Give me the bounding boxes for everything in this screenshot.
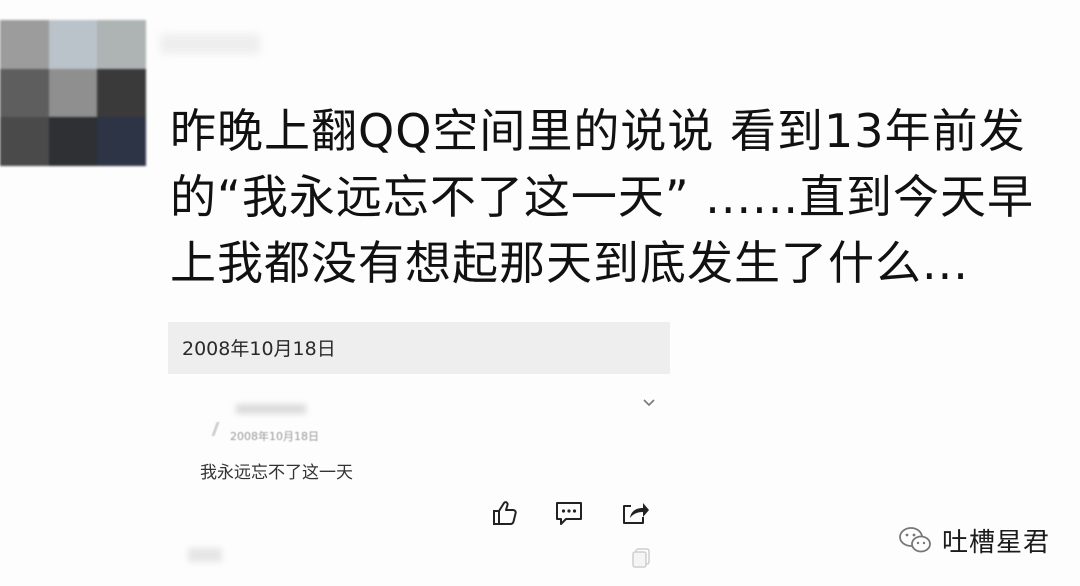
avatar-pixel <box>0 117 49 166</box>
avatar-pixel <box>97 20 146 69</box>
date-header-label: 2008年10月18日 <box>182 338 336 360</box>
post-line: 昨晚上翻QQ空间里的说说 看到13年前发 <box>170 104 1026 158</box>
comment-icon[interactable] <box>554 498 584 528</box>
card-date: 2008年10月18日 <box>230 430 319 443</box>
avatar-pixel <box>0 20 49 69</box>
copy-icon[interactable] <box>630 546 652 568</box>
footer-text-redacted <box>188 548 222 562</box>
card-username-redacted <box>236 404 306 414</box>
chevron-down-icon[interactable] <box>642 396 656 410</box>
username-redacted <box>160 34 260 54</box>
avatar-pixel <box>48 117 98 166</box>
share-icon[interactable] <box>620 498 650 528</box>
card-text: 我永远忘不了这一天 <box>200 463 353 483</box>
post-text: 昨晚上翻QQ空间里的说说 看到13年前发 的“我永远忘不了这一天” ......… <box>170 98 1060 296</box>
avatar-pixel <box>0 68 49 118</box>
avatar-pixel <box>48 20 98 69</box>
wechat-logo-icon <box>899 527 931 553</box>
avatar-pixel <box>97 68 146 118</box>
card-avatar-fragment <box>211 422 220 436</box>
post-line: 的“我永远忘不了这一天” ......直到今天早 <box>170 170 1035 224</box>
avatar-pixel <box>48 68 98 118</box>
watermark-text: 吐槽星君 <box>942 527 1051 558</box>
date-header: 2008年10月18日 <box>168 322 670 374</box>
watermark: 吐槽星君 <box>898 520 1050 560</box>
avatar[interactable] <box>0 20 146 166</box>
like-icon[interactable] <box>490 498 520 528</box>
post-line: 上我都没有想起那天到底发生了什么... <box>170 236 969 290</box>
avatar-pixel <box>97 117 146 166</box>
